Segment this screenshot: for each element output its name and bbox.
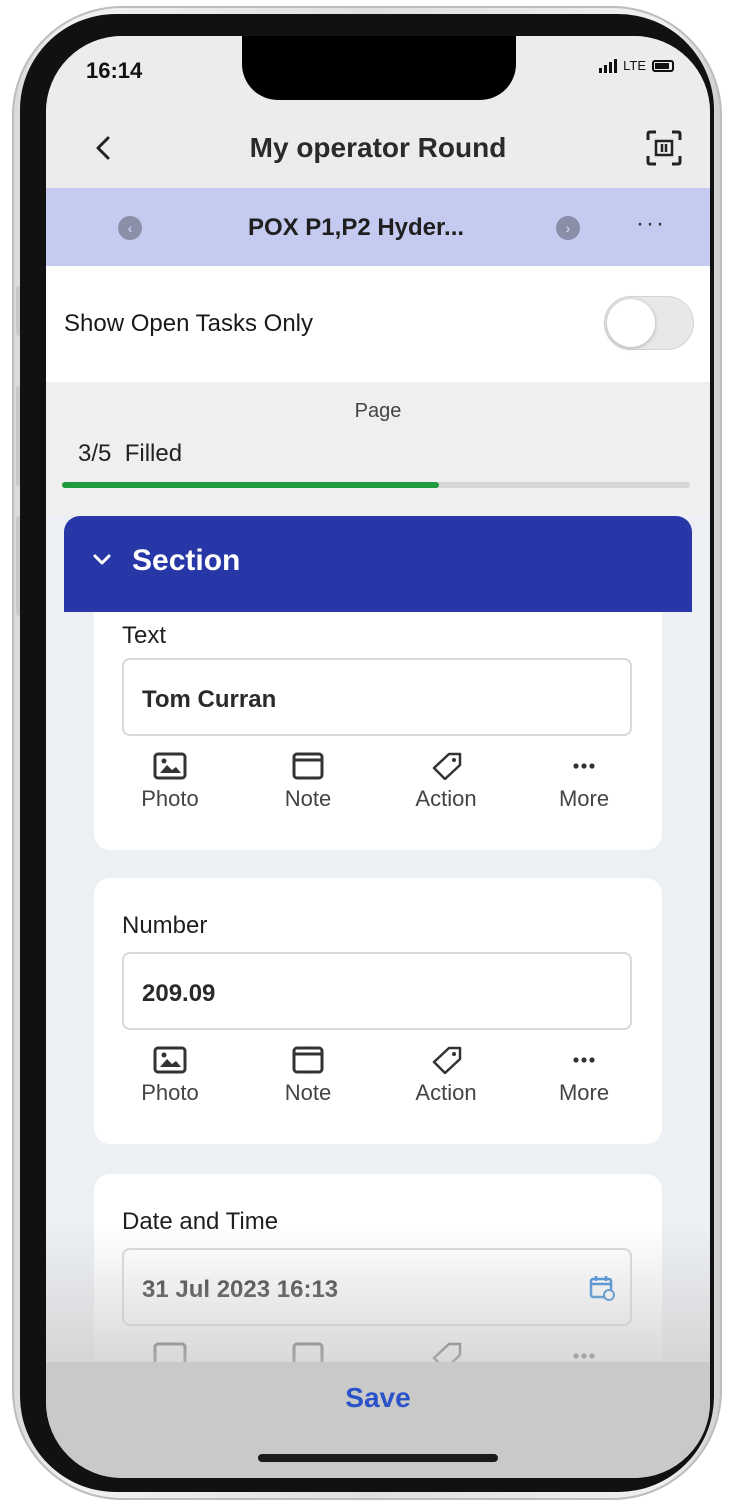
- calendar-icon[interactable]: [588, 1274, 616, 1302]
- more-options-button[interactable]: ···: [636, 210, 666, 238]
- signal-icon: [599, 58, 618, 73]
- open-tasks-filter-row: Show Open Tasks Only: [46, 266, 710, 382]
- field-value: 209.09: [142, 980, 216, 1007]
- more-dots-icon: [573, 763, 595, 769]
- action-button[interactable]: Action: [398, 752, 494, 822]
- footer: Save: [46, 1362, 710, 1478]
- app-screen: 16:14 LTE My operator Round ‹ POX P1,P2 …: [46, 36, 710, 1478]
- action-button[interactable]: Action: [398, 1046, 494, 1116]
- field-label: Text: [122, 622, 167, 649]
- section-header[interactable]: Section: [64, 516, 692, 612]
- photo-icon: [153, 1046, 187, 1074]
- open-tasks-toggle[interactable]: [604, 296, 694, 350]
- field-value: 31 Jul 2023 16:13: [142, 1276, 339, 1303]
- toggle-knob: [607, 299, 655, 347]
- note-icon: [292, 752, 324, 780]
- previous-round-button[interactable]: ‹: [118, 216, 142, 240]
- more-button[interactable]: More: [536, 1046, 632, 1116]
- field-card-text: Text Tom Curran Photo Note Action More: [94, 612, 662, 850]
- status-time: 16:14: [86, 58, 143, 83]
- photo-button[interactable]: Photo: [122, 752, 218, 822]
- battery-icon: [652, 59, 674, 72]
- chevron-down-icon: [93, 554, 111, 565]
- tag-icon: [432, 752, 462, 780]
- note-icon: [292, 1046, 324, 1074]
- field-label: Number: [122, 912, 208, 939]
- photo-button[interactable]: Photo: [122, 1046, 218, 1116]
- camera-notch: [242, 36, 516, 100]
- number-field[interactable]: 209.09: [122, 952, 632, 1030]
- note-label: Note: [284, 1080, 332, 1105]
- round-subheader: ‹ POX P1,P2 Hyder... › ···: [46, 188, 710, 266]
- action-label: Action: [415, 1080, 477, 1105]
- field-label: Date and Time: [122, 1208, 279, 1235]
- field-value: Tom Curran: [142, 686, 277, 713]
- datetime-field[interactable]: 31 Jul 2023 16:13: [122, 1248, 632, 1326]
- page-title: My operator Round: [249, 132, 507, 163]
- save-button[interactable]: Save: [46, 1382, 710, 1414]
- field-actions: Photo Note Action More: [122, 1046, 632, 1116]
- progress-bar: [62, 482, 690, 488]
- note-button[interactable]: Note: [260, 1046, 356, 1116]
- field-card-number: Number 209.09 Photo Note Action More: [94, 878, 662, 1144]
- round-title: POX P1,P2 Hyder...: [247, 214, 465, 241]
- status-indicators: LTE: [599, 58, 674, 73]
- page-label: Page: [354, 400, 402, 422]
- photo-label: Photo: [141, 1080, 199, 1105]
- field-actions: Photo Note Action More: [122, 752, 632, 822]
- scan-button[interactable]: [644, 128, 684, 168]
- photo-icon: [153, 752, 187, 780]
- tag-icon: [432, 1046, 462, 1074]
- more-label: More: [558, 1080, 610, 1105]
- action-label: Action: [415, 786, 477, 811]
- more-dots-icon: [573, 1057, 595, 1063]
- page-progress: Page 3/5 Filled: [46, 382, 710, 516]
- filled-count: 3/5 Filled: [78, 440, 183, 467]
- scan-icon: [646, 130, 682, 166]
- text-field[interactable]: Tom Curran: [122, 658, 632, 736]
- more-button[interactable]: More: [536, 752, 632, 822]
- section-title: Section: [132, 544, 241, 577]
- network-type: LTE: [623, 58, 646, 73]
- next-round-button[interactable]: ›: [556, 216, 580, 240]
- note-button[interactable]: Note: [260, 752, 356, 822]
- progress-bar-fill: [62, 482, 439, 488]
- home-indicator[interactable]: [258, 1454, 498, 1462]
- open-tasks-label: Show Open Tasks Only: [64, 310, 314, 337]
- more-label: More: [558, 786, 610, 811]
- note-label: Note: [284, 786, 332, 811]
- photo-label: Photo: [141, 786, 199, 811]
